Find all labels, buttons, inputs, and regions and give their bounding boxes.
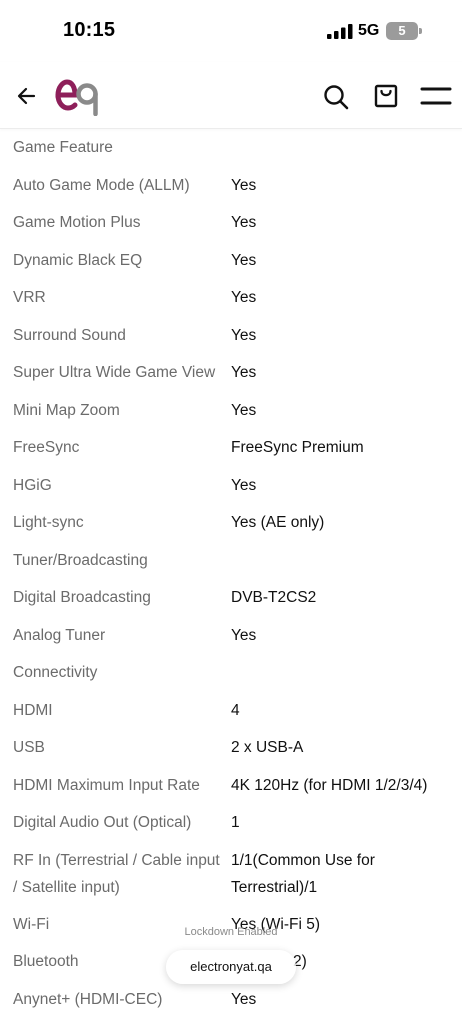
spec-label: Analog Tuner xyxy=(13,622,223,649)
spec-label: Wi-Fi xyxy=(13,911,223,938)
battery-tip xyxy=(419,28,422,34)
url-text: electronyat.qa xyxy=(190,959,272,974)
spec-list: Game Feature Auto Game Mode (ALLM) Yes Ga… xyxy=(0,126,462,1015)
spec-label: RF In (Terrestrial / Cable input / Satel… xyxy=(13,847,223,901)
spec-row: Surround Sound Yes xyxy=(0,314,462,352)
spec-row: HDMI 4 xyxy=(0,689,462,727)
spec-label: Mini Map Zoom xyxy=(13,397,223,424)
spec-label: Digital Broadcasting xyxy=(13,584,223,611)
spec-value: Yes (AE only) xyxy=(231,509,453,536)
spec-value: Yes xyxy=(231,397,453,424)
spec-value: DVB-T2CS2 xyxy=(231,584,453,611)
spec-value: 2 x USB-A xyxy=(231,734,453,761)
spec-label: HDMI xyxy=(13,697,223,724)
spec-label: Digital Audio Out (Optical) xyxy=(13,809,223,836)
spec-label: Dynamic Black EQ xyxy=(13,247,223,274)
eq-logo[interactable] xyxy=(54,76,102,116)
spec-row: RF In (Terrestrial / Cable input / Satel… xyxy=(0,839,462,903)
spec-value: Yes (Wi-Fi 5) xyxy=(231,911,453,938)
spec-row: Dynamic Black EQ Yes xyxy=(0,239,462,277)
spec-label: Surround Sound xyxy=(13,322,223,349)
spec-row: VRR Yes xyxy=(0,276,462,314)
spec-row: Game Motion Plus Yes xyxy=(0,201,462,239)
spec-value: 1 xyxy=(231,809,453,836)
spec-value: Yes xyxy=(231,209,453,236)
signal-strength-icon xyxy=(327,24,353,39)
spec-row: Auto Game Mode (ALLM) Yes xyxy=(0,164,462,202)
section-title: Connectivity xyxy=(13,659,97,686)
app-header xyxy=(0,62,462,129)
spec-label: VRR xyxy=(13,284,223,311)
search-icon[interactable] xyxy=(322,83,350,111)
spec-value: FreeSync Premium xyxy=(231,434,453,461)
spec-value: 4K 120Hz (for HDMI 1/2/3/4) xyxy=(231,772,453,799)
spec-row: Light-sync Yes (AE only) xyxy=(0,501,462,539)
battery-level: 5 xyxy=(386,22,418,40)
spec-row: Digital Broadcasting DVB-T2CS2 xyxy=(0,576,462,614)
address-bar-pill[interactable]: electronyat.qa xyxy=(166,950,296,984)
status-bar: 10:15 5G 5 xyxy=(0,0,462,62)
spec-value: Yes xyxy=(231,622,453,649)
section-header-game-feature: Game Feature xyxy=(0,126,462,164)
spec-row: Analog Tuner Yes xyxy=(0,614,462,652)
shopping-bag-icon[interactable] xyxy=(372,82,400,110)
spec-label: HDMI Maximum Input Rate xyxy=(13,772,223,799)
spec-label: Auto Game Mode (ALLM) xyxy=(13,172,223,199)
spec-row: FreeSync FreeSync Premium xyxy=(0,426,462,464)
spec-value: Yes xyxy=(231,472,453,499)
spec-row: Digital Audio Out (Optical) 1 xyxy=(0,801,462,839)
spec-value: 1/1(Common Use for Terrestrial)/1 xyxy=(231,847,453,901)
battery-icon: 5 xyxy=(386,22,422,40)
section-header-connectivity: Connectivity xyxy=(0,651,462,689)
spec-value: Yes xyxy=(231,359,453,386)
status-time: 10:15 xyxy=(63,19,115,42)
spec-label: Game Motion Plus xyxy=(13,209,223,236)
section-header-tuner: Tuner/Broadcasting xyxy=(0,539,462,577)
spec-row: HDMI Maximum Input Rate 4K 120Hz (for HDM… xyxy=(0,764,462,802)
spec-row: Super Ultra Wide Game View Yes xyxy=(0,351,462,389)
spec-label: FreeSync xyxy=(13,434,223,461)
spec-value: 4 xyxy=(231,697,453,724)
spec-value: Yes xyxy=(231,986,453,1013)
spec-row: HGiG Yes xyxy=(0,464,462,502)
spec-value: Yes xyxy=(231,322,453,349)
network-type: 5G xyxy=(358,22,379,40)
spec-value: Yes xyxy=(231,172,453,199)
spec-value: Yes xyxy=(231,284,453,311)
spec-row: Wi-Fi Yes (Wi-Fi 5) xyxy=(0,903,462,941)
hamburger-menu-icon[interactable] xyxy=(420,86,452,106)
spec-label: Light-sync xyxy=(13,509,223,536)
section-title: Tuner/Broadcasting xyxy=(13,547,148,574)
spec-value: Yes xyxy=(231,247,453,274)
section-title: Game Feature xyxy=(13,134,113,161)
arrow-left-icon[interactable] xyxy=(14,83,40,109)
spec-row: Mini Map Zoom Yes xyxy=(0,389,462,427)
spec-label: Anynet+ (HDMI-CEC) xyxy=(13,986,223,1013)
spec-label: HGiG xyxy=(13,472,223,499)
spec-label: USB xyxy=(13,734,223,761)
spec-label: Super Ultra Wide Game View xyxy=(13,359,223,386)
spec-row: USB 2 x USB-A xyxy=(0,726,462,764)
